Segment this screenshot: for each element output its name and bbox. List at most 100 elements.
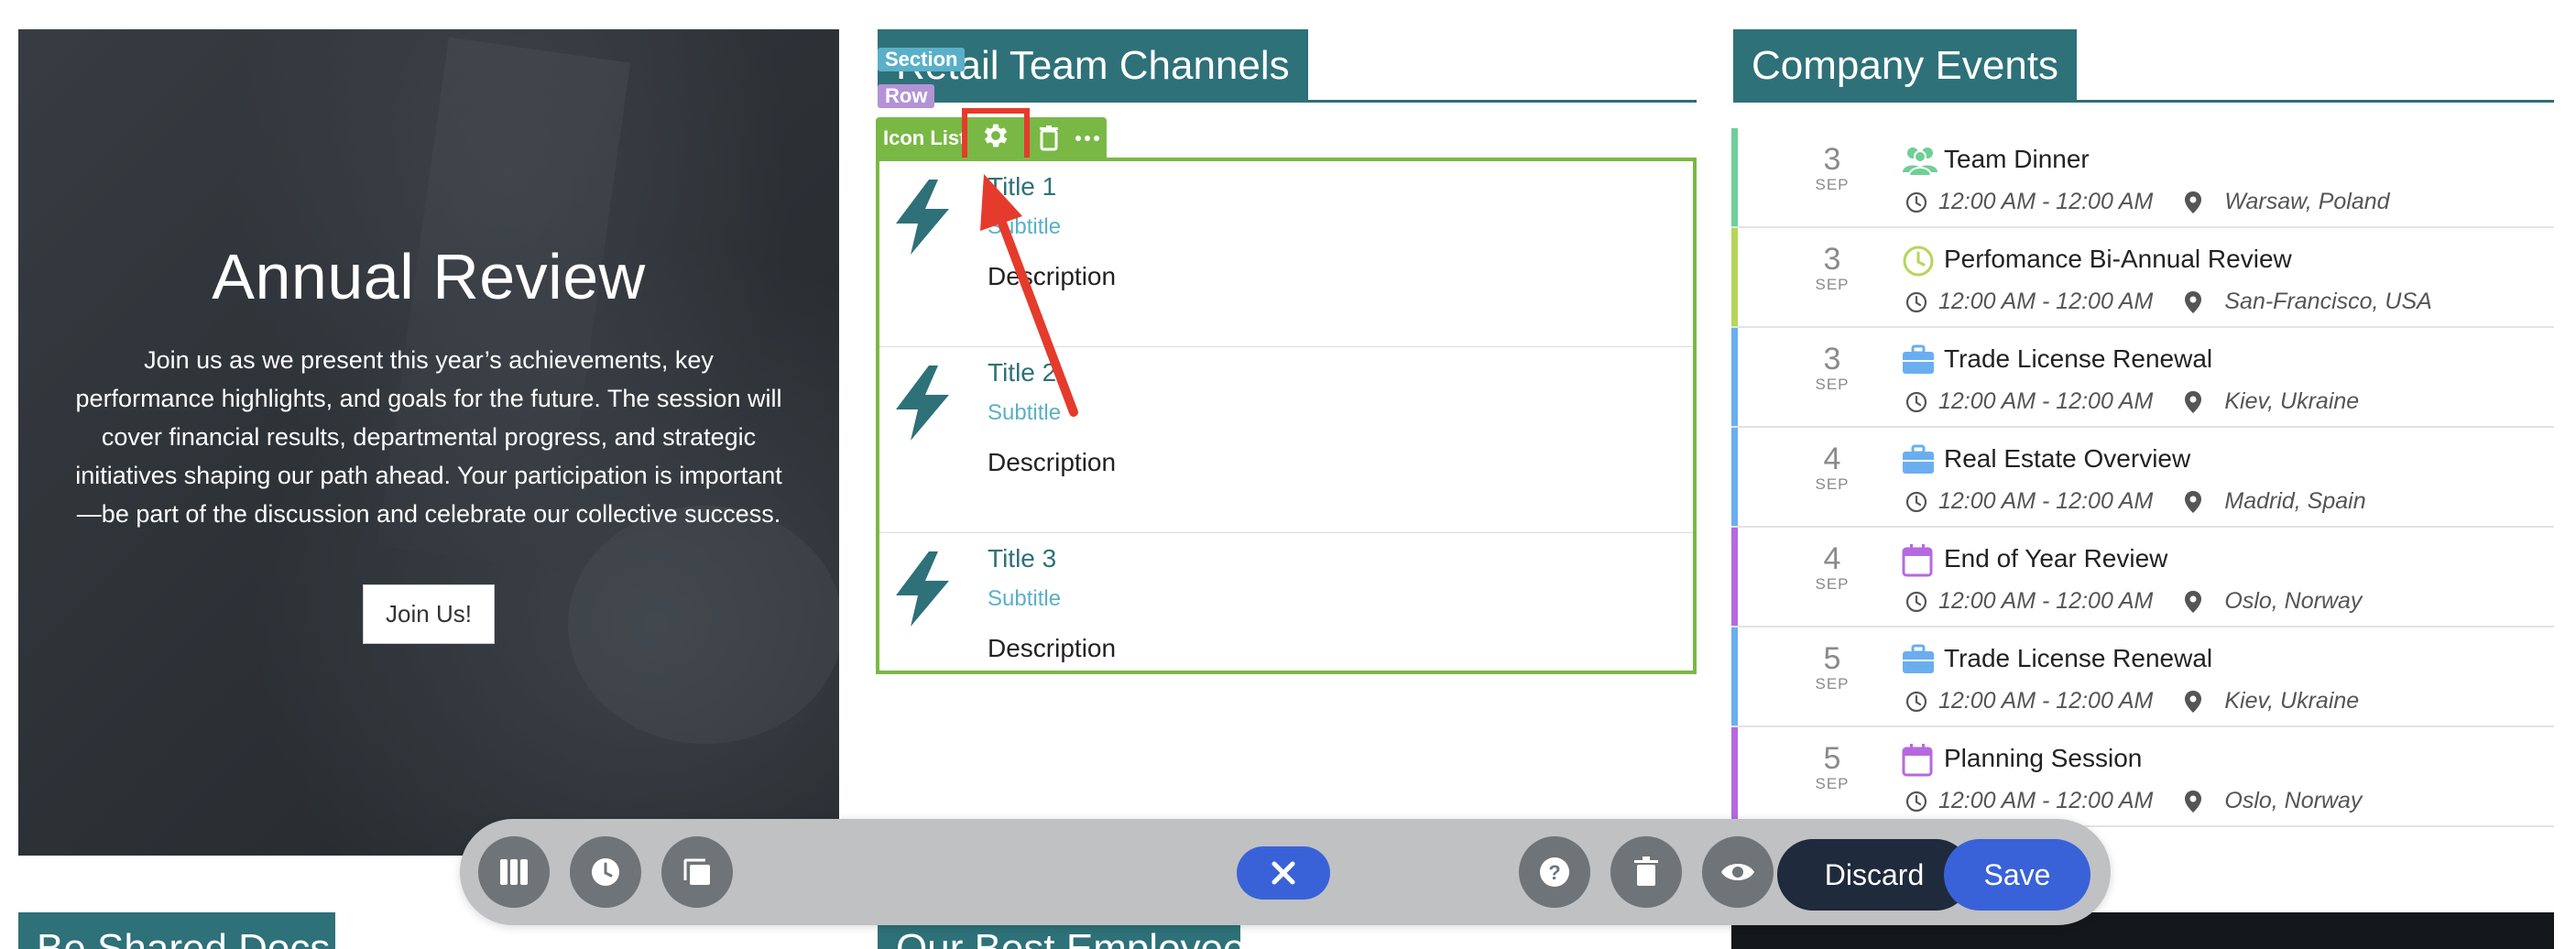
trash-icon xyxy=(1039,125,1058,151)
time-icon xyxy=(1905,191,1927,213)
event-meta: 12:00 AM - 12:00 AM Kiev, Ukraine xyxy=(1905,688,2359,714)
delete-page-button[interactable] xyxy=(1610,836,1682,908)
event-time: 12:00 AM - 12:00 AM xyxy=(1938,588,2154,614)
event-meta: 12:00 AM - 12:00 AM San-Francisco, USA xyxy=(1905,289,2432,315)
columns-icon xyxy=(500,859,528,885)
calendar-icon xyxy=(1902,544,1938,577)
discard-button[interactable]: Discard xyxy=(1777,839,1971,911)
event-title[interactable]: Real Estate Overview xyxy=(1944,444,2190,474)
row-badge[interactable]: Row xyxy=(878,84,935,108)
event-item[interactable]: 3 SEP Perfomance Bi-Annual Review 12:00 … xyxy=(1731,228,2554,328)
hero-banner: Annual Review Join us as we present this… xyxy=(18,29,839,856)
builder-toolbar: ? Discard Save xyxy=(460,819,2111,925)
item-title[interactable]: Title 2 xyxy=(988,358,1056,387)
event-day: 4 xyxy=(1823,442,1841,476)
event-title[interactable]: Trade License Renewal xyxy=(1944,344,2212,374)
events-title: Company Events xyxy=(1733,29,2078,103)
event-item[interactable]: 4 SEP End of Year Review 12:00 AM - 12:0… xyxy=(1731,528,2554,627)
event-title[interactable]: Perfomance Bi-Annual Review xyxy=(1944,245,2292,274)
event-time: 12:00 AM - 12:00 AM xyxy=(1938,388,2154,414)
event-day: 5 xyxy=(1823,641,1841,676)
icon-list-item: Title 2 Subtitle Description xyxy=(879,347,1693,533)
event-item[interactable]: 5 SEP Trade License Renewal 12:00 AM - 1… xyxy=(1731,627,2554,727)
briefcase-icon xyxy=(1902,644,1938,677)
event-title[interactable]: Team Dinner xyxy=(1944,145,2090,174)
event-month: SEP xyxy=(1815,475,1850,493)
item-subtitle: Subtitle xyxy=(988,214,1062,239)
event-title[interactable]: End of Year Review xyxy=(1944,544,2167,573)
lightning-icon xyxy=(896,365,949,441)
event-location: San-Francisco, USA xyxy=(2224,289,2432,314)
event-month: SEP xyxy=(1815,376,1850,393)
layout-button[interactable] xyxy=(478,836,550,908)
module-delete-button[interactable] xyxy=(1030,117,1068,159)
history-button[interactable] xyxy=(570,836,641,908)
item-title[interactable]: Title 3 xyxy=(988,544,1056,573)
lightning-icon xyxy=(896,551,949,627)
event-item[interactable]: 3 SEP Trade License Renewal 12:00 AM - 1… xyxy=(1731,328,2554,428)
event-day: 3 xyxy=(1823,342,1841,376)
event-title[interactable]: Planning Session xyxy=(1944,744,2142,773)
event-date: 4 SEP xyxy=(1786,442,1878,494)
event-location: Kiev, Ukraine xyxy=(2224,388,2360,414)
more-icon xyxy=(1075,136,1099,141)
location-pin-icon xyxy=(2185,690,2202,713)
module-more-button[interactable] xyxy=(1068,117,1107,159)
help-button[interactable]: ? xyxy=(1519,836,1590,908)
close-button[interactable] xyxy=(1237,846,1330,900)
layers-button[interactable] xyxy=(661,836,733,908)
event-month: SEP xyxy=(1815,276,1850,293)
event-day: 5 xyxy=(1823,741,1841,776)
event-color-bar xyxy=(1731,727,1738,825)
hero-description: Join us as we present this year’s achiev… xyxy=(75,346,782,528)
event-meta: 12:00 AM - 12:00 AM Kiev, Ukraine xyxy=(1905,388,2359,415)
event-meta: 12:00 AM - 12:00 AM Madrid, Spain xyxy=(1905,488,2366,515)
location-pin-icon xyxy=(2185,191,2202,213)
join-us-button[interactable]: Join Us! xyxy=(363,584,495,644)
section-badge[interactable]: Section xyxy=(878,48,966,71)
hero-title: Annual Review xyxy=(212,241,646,312)
lightning-icon xyxy=(896,180,949,255)
events-header: Company Events xyxy=(1733,29,2554,103)
event-date: 5 SEP xyxy=(1786,742,1878,793)
event-meta: 12:00 AM - 12:00 AM Warsaw, Poland xyxy=(1905,189,2390,215)
item-description: Description xyxy=(988,634,1117,662)
save-button[interactable]: Save xyxy=(1944,839,2090,911)
module-label[interactable]: Icon List xyxy=(876,126,962,150)
event-item[interactable]: 3 SEP Team Dinner 12:00 AM - 12:00 AM Wa… xyxy=(1731,128,2554,228)
time-icon xyxy=(1905,491,1927,512)
event-date: 3 SEP xyxy=(1786,143,1878,194)
clock-icon xyxy=(1902,245,1938,278)
close-icon xyxy=(1272,861,1295,885)
question-icon: ? xyxy=(1540,857,1569,887)
preview-button[interactable] xyxy=(1702,836,1774,908)
module-settings-button[interactable] xyxy=(962,108,1030,163)
location-pin-icon xyxy=(2185,290,2202,313)
location-pin-icon xyxy=(2185,790,2202,813)
icon-list-item: Title 3 Subtitle Description xyxy=(879,533,1693,719)
event-day: 4 xyxy=(1823,541,1841,576)
event-title[interactable]: Trade License Renewal xyxy=(1944,644,2212,673)
event-date: 4 SEP xyxy=(1786,542,1878,594)
event-item[interactable]: 4 SEP Real Estate Overview 12:00 AM - 12… xyxy=(1731,428,2554,528)
briefcase-icon xyxy=(1902,444,1938,477)
event-color-bar xyxy=(1731,428,1738,526)
event-color-bar xyxy=(1731,328,1738,426)
event-meta: 12:00 AM - 12:00 AM Oslo, Norway xyxy=(1905,588,2362,615)
icon-list-module[interactable]: Title 1 Subtitle Description Title 2 Sub… xyxy=(876,158,1697,674)
calendar-icon xyxy=(1902,744,1938,777)
location-pin-icon xyxy=(2185,490,2202,513)
event-location: Madrid, Spain xyxy=(2224,488,2366,514)
location-pin-icon xyxy=(2185,390,2202,413)
time-icon xyxy=(1905,691,1927,712)
item-title[interactable]: Title 1 xyxy=(988,172,1056,202)
people-icon xyxy=(1902,145,1938,178)
item-description: Description xyxy=(988,448,1117,476)
location-pin-icon xyxy=(2185,590,2202,613)
event-color-bar xyxy=(1731,128,1738,226)
events-list: 3 SEP Team Dinner 12:00 AM - 12:00 AM Wa… xyxy=(1731,128,2554,827)
event-item[interactable]: 5 SEP Planning Session 12:00 AM - 12:00 … xyxy=(1731,727,2554,827)
gear-icon xyxy=(984,124,1008,147)
item-subtitle: Subtitle xyxy=(988,400,1062,425)
event-month: SEP xyxy=(1815,176,1850,193)
